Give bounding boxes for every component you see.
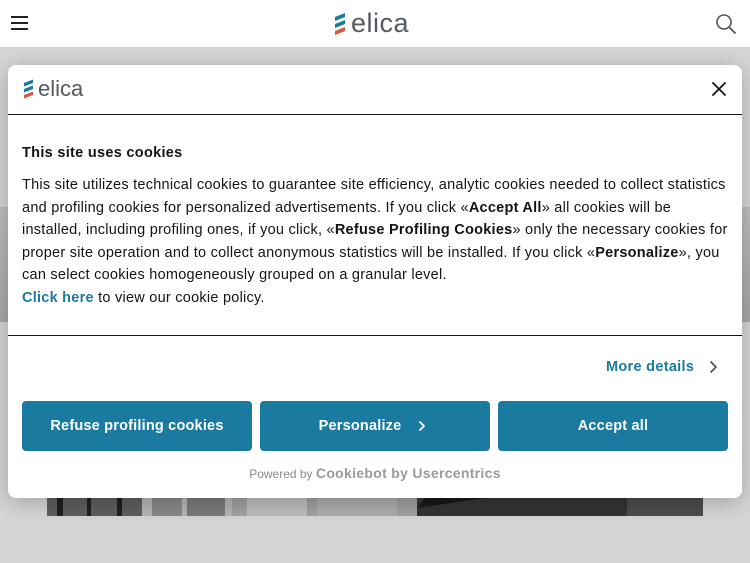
hamburger-menu-icon[interactable] (11, 16, 28, 30)
chevron-right-icon (419, 421, 426, 431)
refuse-profiling-button[interactable]: Refuse profiling cookies (22, 401, 252, 451)
powered-by: Powered by Cookiebot by Usercentrics (8, 465, 742, 481)
logo-wordmark: elica (351, 8, 410, 38)
dialog-logo-wordmark: elica (38, 76, 84, 101)
refuse-button-label: Refuse profiling cookies (50, 418, 224, 434)
refuse-reference: Refuse Profiling Cookies (334, 222, 513, 238)
dialog-divider (8, 335, 742, 336)
site-logo[interactable]: elica (332, 10, 409, 37)
elica-logo-mark-icon (335, 12, 345, 35)
site-header: elica (0, 0, 750, 47)
cookiebot-link[interactable]: Cookiebot by Usercentrics (316, 465, 501, 481)
personalize-button[interactable]: Personalize (260, 401, 490, 451)
personalize-button-label: Personalize (318, 418, 402, 434)
powered-by-text: Powered by (249, 467, 313, 481)
policy-suffix-text: to view our cookie policy. (93, 289, 265, 306)
dialog-logo: elica (22, 78, 83, 100)
personalize-reference: Personalize (595, 244, 679, 261)
accept-button-label: Accept all (577, 418, 649, 434)
cookie-policy-link[interactable]: Click here (22, 290, 94, 306)
dialog-body: This site uses cookies This site utilize… (22, 145, 728, 309)
more-details-label: More details (606, 359, 695, 375)
cookie-consent-dialog: elica This site uses cookies This site u… (8, 65, 742, 498)
consent-button-row: Refuse profiling cookies Personalize Acc… (22, 401, 728, 451)
chevron-right-icon (710, 361, 718, 373)
accept-all-button[interactable]: Accept all (498, 401, 728, 451)
accept-all-reference: Accept All (468, 199, 542, 216)
dialog-title: This site uses cookies (22, 145, 183, 161)
dialog-description: This site utilizes technical cookies to … (22, 174, 728, 309)
elica-logo-mark-icon (24, 79, 33, 99)
search-icon[interactable] (715, 13, 737, 35)
more-details-link[interactable]: More details (606, 359, 724, 375)
dialog-header: elica (8, 65, 742, 115)
close-icon[interactable] (711, 81, 727, 97)
